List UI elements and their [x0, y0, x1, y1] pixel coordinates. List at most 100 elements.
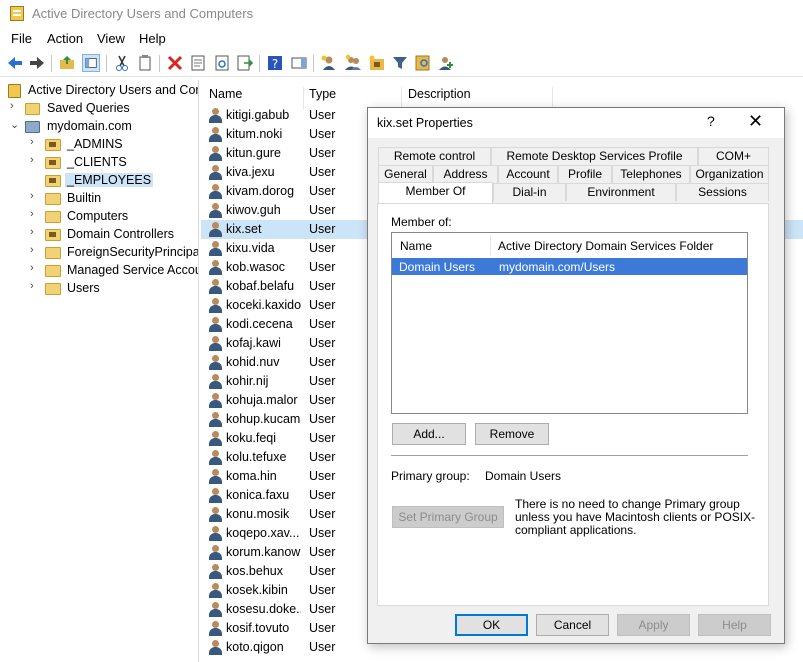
new-group-icon[interactable]: [344, 54, 362, 72]
column-description[interactable]: Description: [408, 87, 471, 101]
chevron-right-icon[interactable]: ›: [30, 226, 40, 238]
add-to-group-icon[interactable]: [438, 54, 456, 72]
tree-item-managed-service-accounts[interactable]: › Managed Service Accoun: [30, 262, 198, 280]
user-type: User: [309, 393, 336, 407]
chevron-right-icon[interactable]: ›: [30, 262, 40, 274]
apply-button[interactable]: Apply: [617, 614, 690, 636]
back-icon[interactable]: [6, 54, 24, 72]
user-icon: [209, 564, 223, 579]
up-folder-icon[interactable]: [58, 54, 76, 72]
tree-item-domain-controllers[interactable]: › Domain Controllers: [30, 226, 198, 244]
tab-telephones[interactable]: Telephones: [612, 165, 690, 183]
user-type: User: [309, 412, 336, 426]
member-of-list[interactable]: Name Active Directory Domain Services Fo…: [391, 232, 748, 414]
chevron-right-icon[interactable]: ›: [30, 208, 40, 220]
tree-item-foreign-security-principals[interactable]: › ForeignSecurityPrincipals: [30, 244, 198, 262]
menu-action[interactable]: Action: [47, 31, 83, 46]
user-type: User: [309, 374, 336, 388]
set-primary-group-button[interactable]: Set Primary Group: [392, 506, 504, 528]
tab-general[interactable]: General: [378, 165, 433, 183]
show-hide-console-tree-icon[interactable]: [82, 54, 100, 72]
chevron-right-icon[interactable]: ›: [30, 190, 40, 202]
tab-organization[interactable]: Organization: [690, 165, 769, 183]
tree-item-clients[interactable]: › _CLIENTS: [30, 154, 198, 172]
delete-icon[interactable]: [166, 54, 184, 72]
help-icon[interactable]: ?: [266, 54, 284, 72]
tree-item-users[interactable]: › Users: [30, 280, 198, 298]
filter-icon[interactable]: [391, 54, 409, 72]
chevron-down-icon[interactable]: ⌄: [10, 118, 20, 131]
user-name: konica.faxu: [226, 488, 290, 502]
tree-item-domain[interactable]: ⌄ mydomain.com: [10, 118, 198, 136]
remove-button[interactable]: Remove: [475, 423, 549, 445]
tab-remote-desktop-services-profile[interactable]: Remote Desktop Services Profile: [491, 147, 698, 165]
user-name: kos.behux: [226, 564, 283, 578]
menu-help[interactable]: Help: [139, 31, 166, 46]
user-name: kohup.kucam: [226, 412, 301, 426]
export-list-icon[interactable]: [236, 54, 254, 72]
tree-root[interactable]: Active Directory Users and Com: [8, 82, 198, 100]
chevron-right-icon[interactable]: ›: [30, 244, 40, 256]
tab-account[interactable]: Account: [498, 165, 558, 183]
ok-button[interactable]: OK: [455, 614, 528, 636]
menu-file[interactable]: File: [11, 31, 32, 46]
member-column-folder[interactable]: Active Directory Domain Services Folder: [498, 239, 713, 253]
tab-address[interactable]: Address: [433, 165, 498, 183]
new-user-icon[interactable]: [320, 54, 338, 72]
user-name: kosif.tovuto: [226, 621, 290, 635]
toolbar: ?: [0, 51, 803, 77]
chevron-right-icon[interactable]: ›: [30, 154, 40, 166]
user-type: User: [309, 165, 336, 179]
member-row[interactable]: Domain Users mydomain.com/Users: [392, 258, 747, 275]
properties-dialog: kix.set Properties ? ✕ Remote control Re…: [367, 107, 785, 644]
properties-icon[interactable]: [189, 54, 207, 72]
member-column-name[interactable]: Name: [400, 239, 432, 253]
close-icon[interactable]: ✕: [748, 111, 763, 132]
tab-member-of[interactable]: Member Of: [378, 182, 493, 203]
tree-item-admins[interactable]: › _ADMINS: [30, 136, 198, 154]
cut-icon[interactable]: [113, 54, 131, 72]
user-icon: [209, 146, 223, 161]
tab-profile[interactable]: Profile: [558, 165, 612, 183]
user-type: User: [309, 355, 336, 369]
user-icon: [209, 431, 223, 446]
chevron-right-icon[interactable]: ›: [30, 136, 40, 148]
column-type[interactable]: Type: [309, 87, 336, 101]
user-name: kitigi.gabub: [226, 108, 290, 122]
tab-sessions[interactable]: Sessions: [676, 183, 769, 201]
tree-item-computers[interactable]: › Computers: [30, 208, 198, 226]
copy-icon[interactable]: [136, 54, 154, 72]
tree-item-saved-queries[interactable]: › Saved Queries: [10, 100, 198, 118]
menu-view[interactable]: View: [97, 31, 125, 46]
tree-item-employees[interactable]: _EMPLOYEES: [30, 172, 198, 190]
user-type: User: [309, 260, 336, 274]
tab-dial-in[interactable]: Dial-in: [493, 183, 566, 201]
domain-icon: [25, 121, 40, 133]
member-list-header: Name Active Directory Domain Services Fo…: [392, 233, 747, 257]
help-button[interactable]: Help: [698, 614, 771, 636]
tab-remote-control[interactable]: Remote control: [378, 147, 491, 165]
user-type: User: [309, 298, 336, 312]
user-type: User: [309, 431, 336, 445]
refresh-icon[interactable]: [213, 54, 231, 72]
forward-icon[interactable]: [28, 54, 46, 72]
user-name: kob.wasoc: [226, 260, 286, 274]
help-icon[interactable]: ?: [707, 113, 715, 129]
add-button[interactable]: Add...: [392, 423, 466, 445]
user-name: kofaj.kawi: [226, 336, 281, 350]
column-name[interactable]: Name: [209, 87, 242, 101]
show-action-pane-icon[interactable]: [290, 54, 308, 72]
tree-item-builtin[interactable]: › Builtin: [30, 190, 198, 208]
tab-environment[interactable]: Environment: [566, 183, 676, 201]
user-type: User: [309, 222, 336, 236]
user-icon: [209, 450, 223, 465]
chevron-right-icon[interactable]: ›: [10, 100, 20, 112]
chevron-right-icon[interactable]: ›: [30, 280, 40, 292]
user-icon: [209, 583, 223, 598]
user-type: User: [309, 583, 336, 597]
new-ou-icon[interactable]: [368, 54, 386, 72]
find-icon[interactable]: [414, 54, 432, 72]
user-type: User: [309, 108, 336, 122]
cancel-button[interactable]: Cancel: [536, 614, 609, 636]
tab-com-plus[interactable]: COM+: [698, 147, 769, 165]
